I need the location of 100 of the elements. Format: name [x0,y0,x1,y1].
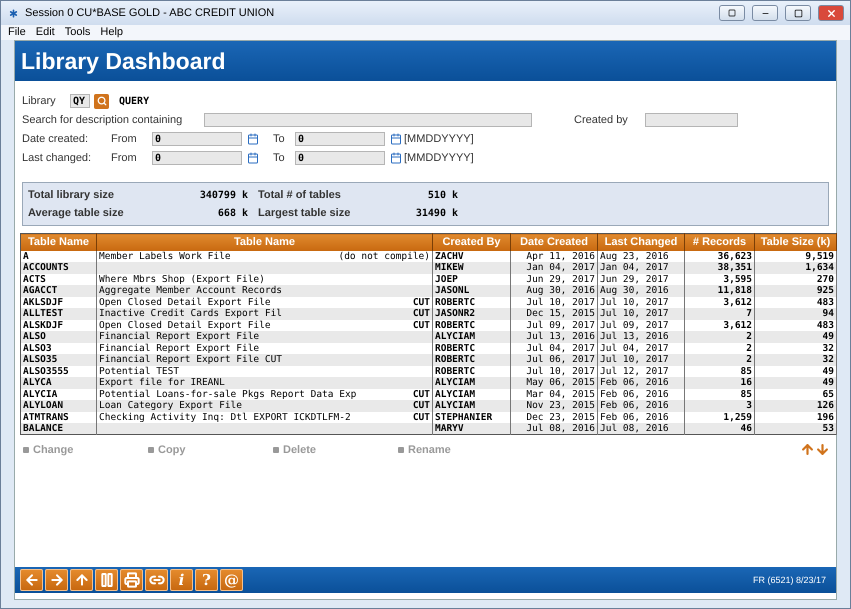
table-cell: Jul 12, 2017 [598,366,684,377]
column-header[interactable]: Table Size (k) [754,234,836,250]
table-cell: 2 [684,331,754,342]
table-cell: STEPHANIER [432,412,510,423]
table-cell: 196 [754,412,836,423]
close-button[interactable] [818,5,844,21]
unit-label: k [452,190,458,200]
date-field[interactable]: 0 [295,151,385,165]
table-cell: 270 [754,274,836,285]
toolbar-button[interactable] [70,569,93,591]
table-cell: Jul 04, 2017 [510,342,598,354]
table-cell: 11,818 [684,285,754,296]
table-cell: 38,351 [684,262,754,274]
description-text: Open Closed Detail Export File [99,320,271,331]
table-cell: 49 [754,331,836,342]
table-cell: 3 [684,400,754,412]
search-button[interactable] [94,94,109,108]
column-header[interactable]: Table Name [20,234,96,250]
table-cell: Jan 04, 2017 [510,262,598,274]
table-cell: Jul 13, 2016 [598,331,684,342]
minimize-button[interactable] [752,5,778,21]
column-header[interactable]: Table Name [96,234,432,250]
table-cell: ALSO [20,331,96,342]
table-cell: JOEP [432,274,510,285]
summary-value: 31490 [416,208,446,218]
flag-text: CUT [412,308,430,320]
toolbar-button[interactable]: ? [195,569,218,591]
unit-label: k [452,208,458,218]
table-cell: 46 [684,423,754,434]
restore-button[interactable] [719,5,745,21]
description-text: Financial Report Export File [99,331,260,342]
date-field[interactable]: 0 [152,151,242,165]
field-label: From [111,152,138,164]
toolbar-button[interactable] [120,569,143,591]
table-cell: Apr 11, 2016 [510,250,598,262]
date-field[interactable]: 0 [295,132,385,146]
summary-label: Largest table size [258,207,352,219]
calendar-icon[interactable] [247,133,259,145]
table-cell: Jun 29, 2017 [510,274,598,285]
table-cell: Jul 10, 2017 [598,296,684,308]
table-cell: Jul 09, 2017 [510,320,598,331]
description-text: Where Mbrs Shop (Export File) [99,274,265,285]
table-cell: Nov 23, 2015 [510,400,598,412]
maximize-button[interactable] [785,5,811,21]
column-header[interactable]: Last Changed [598,234,684,250]
flag-text: CUT [412,320,430,331]
table-cell: Feb 06, 2016 [598,388,684,400]
date-format-hint: [MMDDYYYY] [404,152,474,164]
table-cell: Mar 04, 2015 [510,388,598,400]
description-text: Loan Category Export File [99,400,242,412]
table-cell: 49 [754,366,836,377]
table-cell: JASONR2 [432,308,510,320]
table-cell: 1,259 [684,412,754,423]
toolbar-button[interactable]: @ [220,569,243,591]
table-cell: ALYCIAM [432,400,510,412]
field-label: From [111,133,138,145]
toolbar-button[interactable] [45,569,68,591]
flag-text: CUT [412,388,430,400]
close-icon [826,8,836,18]
toolbar-button[interactable]: i [170,569,193,591]
library-field[interactable]: QY [70,94,90,108]
column-header[interactable]: # Records [684,234,754,250]
scroll-down-icon[interactable] [815,442,830,457]
table-cell: ALYCA [20,377,96,388]
table-cell: ALLTEST [20,308,96,320]
menu-item[interactable]: File [3,25,31,40]
table-cell: AKLSDJF [20,296,96,308]
menu-item[interactable]: Help [95,25,128,40]
column-header[interactable]: Date Created [510,234,598,250]
window-title: Session 0 CU*BASE GOLD - ABC CREDIT UNION [25,7,276,19]
summary-value: 510 [428,190,446,200]
description-field[interactable] [204,113,532,127]
table-cell: AGACCT [20,285,96,296]
table-cell: Jul 04, 2017 [598,342,684,354]
menu-item[interactable]: Edit [30,25,60,40]
calendar-icon[interactable] [390,133,402,145]
column-header[interactable]: Created By [432,234,510,250]
toolbar-button[interactable] [95,569,118,591]
table-cell: ALYCIAM [432,377,510,388]
table-cell: Feb 06, 2016 [598,377,684,388]
calendar-icon[interactable] [390,152,402,164]
toolbar-button[interactable] [145,569,168,591]
flag-text: CUT [412,412,430,423]
table-cell: Jul 13, 2016 [510,331,598,342]
created-by-field[interactable] [645,113,738,127]
square-icon [728,9,736,17]
table-cell: ATMTRANS [20,412,96,423]
table-cell: 925 [754,285,836,296]
date-field[interactable]: 0 [152,132,242,146]
table-cell: ACCOUNTS [20,262,96,274]
scroll-up-icon[interactable] [800,442,815,457]
description-text: Financial Report Export File CUT [99,354,282,366]
menu-item[interactable]: Tools [60,25,96,40]
flag-text: CUT [412,400,430,412]
toolbar-button[interactable] [20,569,43,591]
table-cell: 3,595 [684,274,754,285]
description-text: Member Labels Work File [99,250,231,262]
field-label: Date created: [22,133,90,145]
table-cell: 94 [754,308,836,320]
calendar-icon[interactable] [247,152,259,164]
